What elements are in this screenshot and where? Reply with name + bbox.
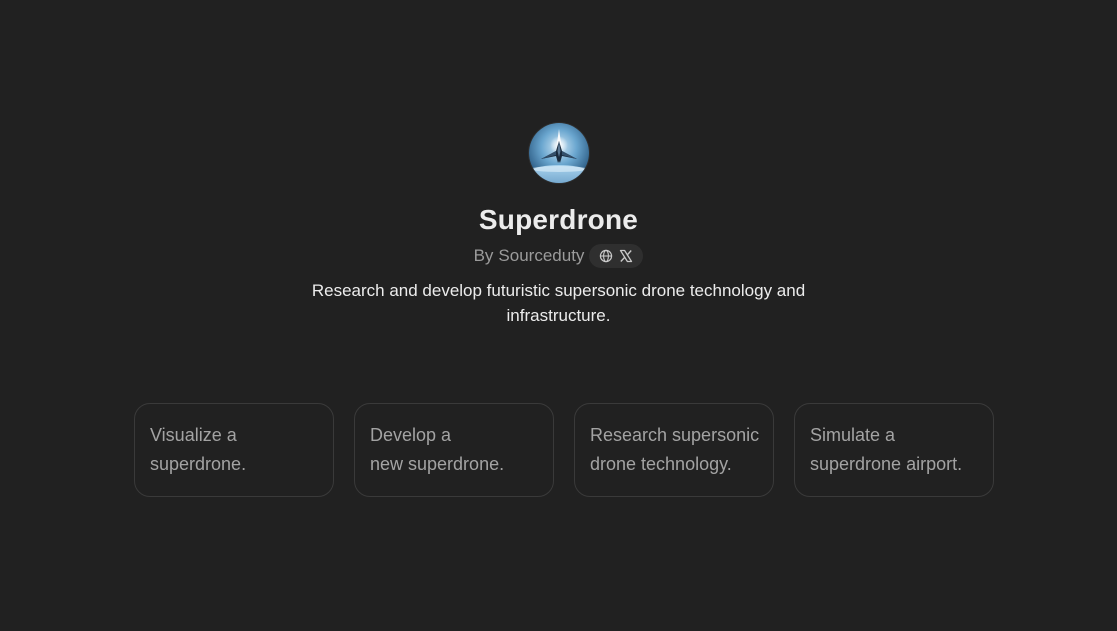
- gpt-title: Superdrone: [478, 204, 639, 235]
- gpt-avatar: [528, 123, 589, 183]
- social-links: [589, 244, 644, 268]
- starter-text: Simulate a superdrone airport.: [810, 425, 963, 474]
- x-logo-icon[interactable]: [619, 249, 633, 263]
- starter-card-visualize[interactable]: Visualize a superdrone.: [134, 403, 334, 497]
- starter-card-research[interactable]: Research supersonic drone technology.: [574, 403, 774, 497]
- starter-text: Research supersonic drone technology.: [590, 425, 760, 474]
- author-prefix: By: [473, 246, 494, 265]
- starter-text: Develop a new superdrone.: [370, 425, 505, 474]
- supersonic-jet-icon: [528, 123, 589, 183]
- author-byline: By Sourceduty: [474, 244, 644, 268]
- conversation-starters: Visualize a superdrone. Develop a new su…: [134, 403, 994, 497]
- gpt-header: Superdrone By Sourceduty Research and de…: [0, 123, 1117, 328]
- gpt-landing-page: Superdrone By Sourceduty Research and de…: [0, 0, 1117, 631]
- globe-icon[interactable]: [599, 249, 613, 263]
- starter-text: Visualize a superdrone.: [150, 425, 247, 474]
- starter-card-develop[interactable]: Develop a new superdrone.: [354, 403, 554, 497]
- starter-card-simulate[interactable]: Simulate a superdrone airport.: [794, 403, 994, 497]
- gpt-description: Research and develop futuristic superson…: [311, 281, 806, 325]
- author-name: Sourceduty: [498, 246, 585, 265]
